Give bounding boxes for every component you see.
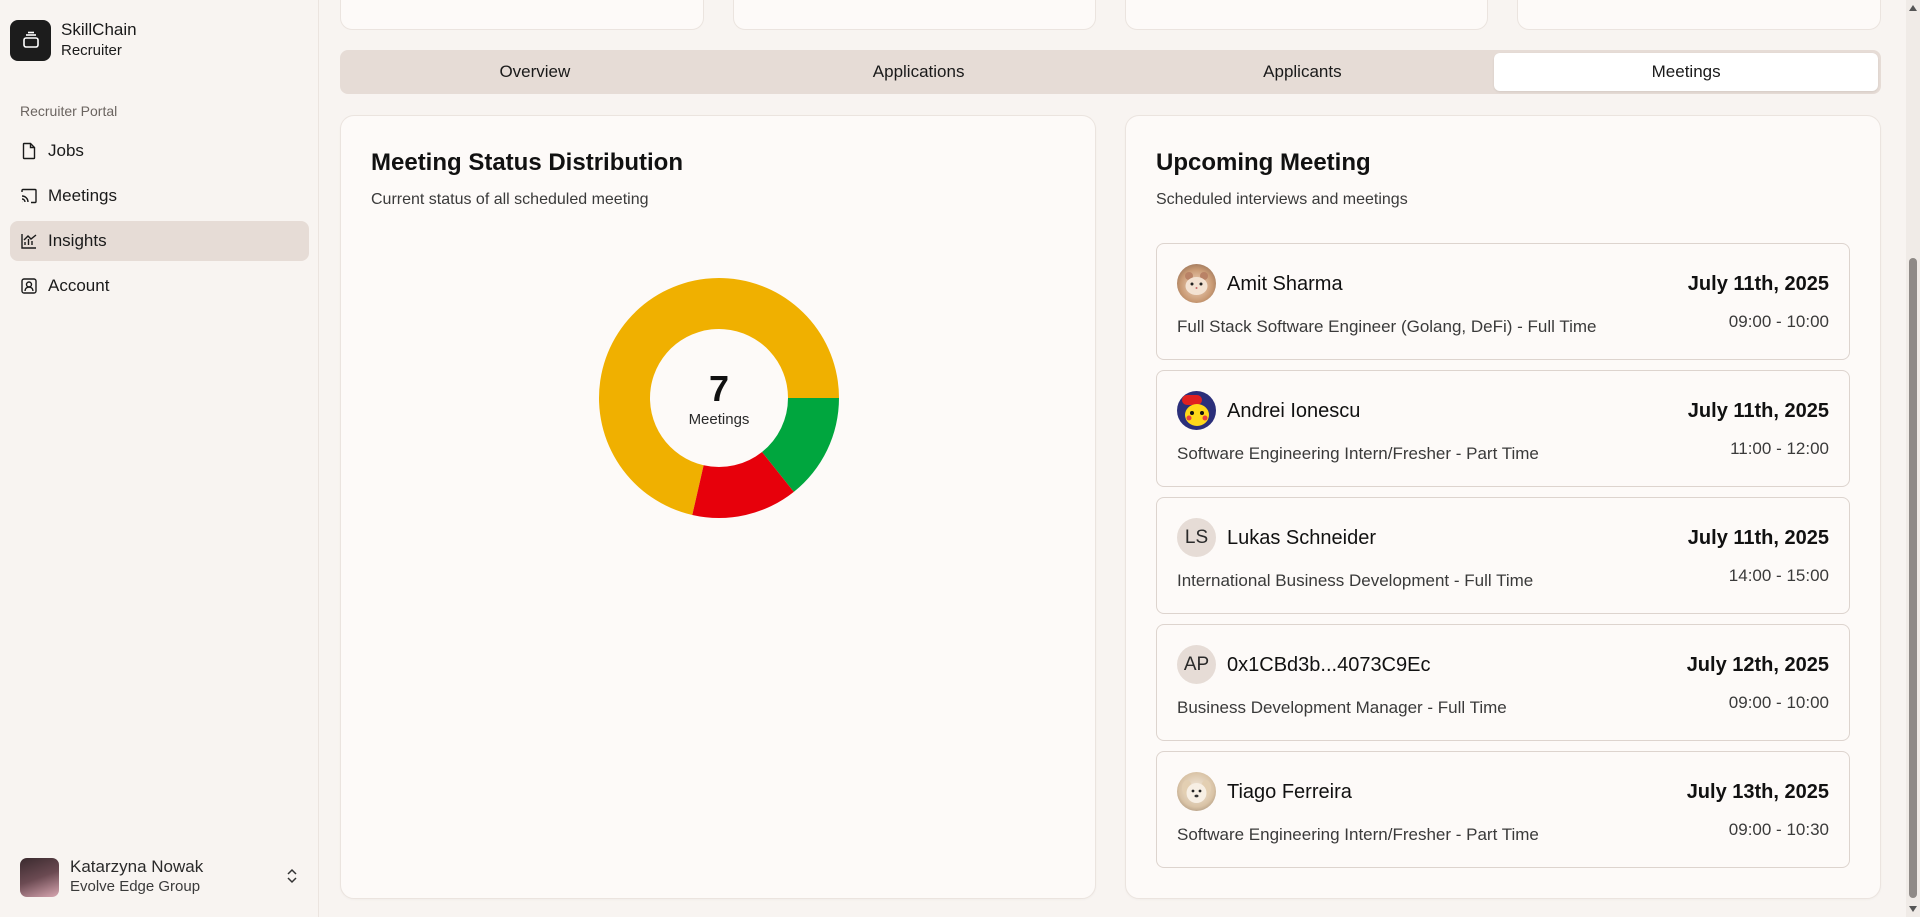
sidebar-item-insights[interactable]: Insights (10, 221, 309, 261)
brand-subtitle: Recruiter (61, 42, 122, 59)
meeting-name: Andrei Ionescu (1227, 400, 1361, 422)
meeting-name: Tiago Ferreira (1227, 781, 1352, 803)
meeting-item[interactable]: LS Lukas Schneider July 11th, 2025 Inter… (1156, 497, 1850, 614)
meeting-job: Software Engineering Intern/Fresher - Pa… (1177, 825, 1539, 844)
sidebar: SkillChain Recruiter Recruiter Portal Jo… (0, 0, 319, 917)
meeting-date: July 11th, 2025 (1687, 527, 1829, 549)
page-scrollbar[interactable] (1906, 0, 1920, 917)
avatar (1177, 391, 1216, 430)
card-title: Upcoming Meeting (1156, 149, 1371, 176)
meeting-date: July 12th, 2025 (1686, 654, 1829, 676)
stat-card (1517, 0, 1881, 30)
scroll-down-icon[interactable] (1908, 904, 1918, 914)
card-subtitle: Scheduled interviews and meetings (1156, 191, 1408, 208)
meeting-status-card: Meeting Status Distribution Current stat… (340, 115, 1096, 899)
stat-card (340, 0, 704, 30)
card-title: Meeting Status Distribution (371, 149, 683, 176)
sidebar-item-account[interactable]: Account (10, 266, 309, 306)
tab-meetings[interactable]: Meetings (1494, 53, 1878, 91)
stat-card (733, 0, 1096, 30)
meeting-date: July 11th, 2025 (1687, 400, 1829, 422)
tab-applications[interactable]: Applications (727, 53, 1111, 91)
meeting-item[interactable]: AP 0x1CBd3b...4073C9Ec July 12th, 2025 B… (1156, 624, 1850, 741)
meeting-date: July 11th, 2025 (1687, 273, 1829, 295)
brand-logo-icon (10, 19, 51, 61)
avatar (1177, 264, 1216, 303)
hamster-photo-icon (1185, 272, 1208, 295)
sidebar-section-label: Recruiter Portal (20, 103, 118, 119)
meeting-job: Business Development Manager - Full Time (1177, 698, 1507, 717)
brand-name: SkillChain (61, 20, 137, 39)
sidebar-nav: Jobs Meetings Insights Account (10, 131, 309, 311)
pikachu-image-icon (1182, 395, 1209, 426)
meeting-name: Amit Sharma (1227, 273, 1343, 295)
avatar (20, 857, 59, 897)
user-square-icon (21, 278, 37, 294)
chart-icon (21, 234, 37, 249)
donut-chart: 7 Meetings (598, 277, 840, 519)
donut-total: 7 (708, 367, 730, 409)
sidebar-item-meetings[interactable]: Meetings (10, 176, 309, 216)
meeting-time: 14:00 - 15:00 (1728, 566, 1829, 585)
card-subtitle: Current status of all scheduled meeting (371, 191, 649, 208)
dog-photo-icon (1182, 780, 1211, 803)
user-name: Katarzyna Nowak (70, 857, 204, 876)
meeting-item[interactable]: Tiago Ferreira July 13th, 2025 Software … (1156, 751, 1850, 868)
meeting-time: 09:00 - 10:30 (1728, 820, 1829, 839)
user-menu[interactable]: Katarzyna Nowak Evolve Edge Group (20, 857, 300, 897)
sidebar-item-label: Insights (48, 231, 107, 250)
donut-label: Meetings (688, 410, 750, 428)
tab-applicants[interactable]: Applicants (1111, 53, 1495, 91)
stat-card (1125, 0, 1488, 30)
meeting-item[interactable]: Andrei Ionescu July 11th, 2025 Software … (1156, 370, 1850, 487)
donut-center: 7 Meetings (598, 277, 840, 519)
meeting-time: 09:00 - 10:00 (1728, 693, 1829, 712)
meeting-time: 11:00 - 12:00 (1730, 439, 1829, 458)
meeting-name: Lukas Schneider (1227, 527, 1376, 549)
brand[interactable]: SkillChain Recruiter (10, 19, 137, 61)
avatar-initials: AP (1177, 645, 1216, 684)
tab-bar: Overview Applications Applicants Meeting… (340, 50, 1881, 94)
meeting-time: 09:00 - 10:00 (1728, 312, 1829, 331)
avatar-initials: LS (1177, 518, 1216, 557)
tab-overview[interactable]: Overview (343, 53, 727, 91)
meeting-job: International Business Development - Ful… (1177, 571, 1534, 590)
document-icon (22, 142, 36, 160)
upcoming-meeting-card: Upcoming Meeting Scheduled interviews an… (1125, 115, 1881, 899)
meeting-name: 0x1CBd3b...4073C9Ec (1227, 654, 1431, 676)
scroll-up-icon[interactable] (1908, 3, 1918, 13)
chevron-up-down-icon (287, 868, 297, 884)
sidebar-item-label: Jobs (48, 141, 84, 160)
cast-icon (21, 188, 37, 204)
user-org: Evolve Edge Group (70, 878, 201, 895)
sidebar-item-label: Meetings (48, 186, 117, 205)
meeting-job: Full Stack Software Engineer (Golang, De… (1177, 317, 1597, 336)
sidebar-item-label: Account (48, 276, 110, 295)
meeting-item[interactable]: Amit Sharma July 11th, 2025 Full Stack S… (1156, 243, 1850, 360)
meeting-job: Software Engineering Intern/Fresher - Pa… (1177, 444, 1539, 463)
scroll-thumb[interactable] (1909, 258, 1917, 898)
avatar (1177, 772, 1216, 811)
meeting-date: July 13th, 2025 (1686, 781, 1829, 803)
sidebar-item-jobs[interactable]: Jobs (10, 131, 309, 171)
